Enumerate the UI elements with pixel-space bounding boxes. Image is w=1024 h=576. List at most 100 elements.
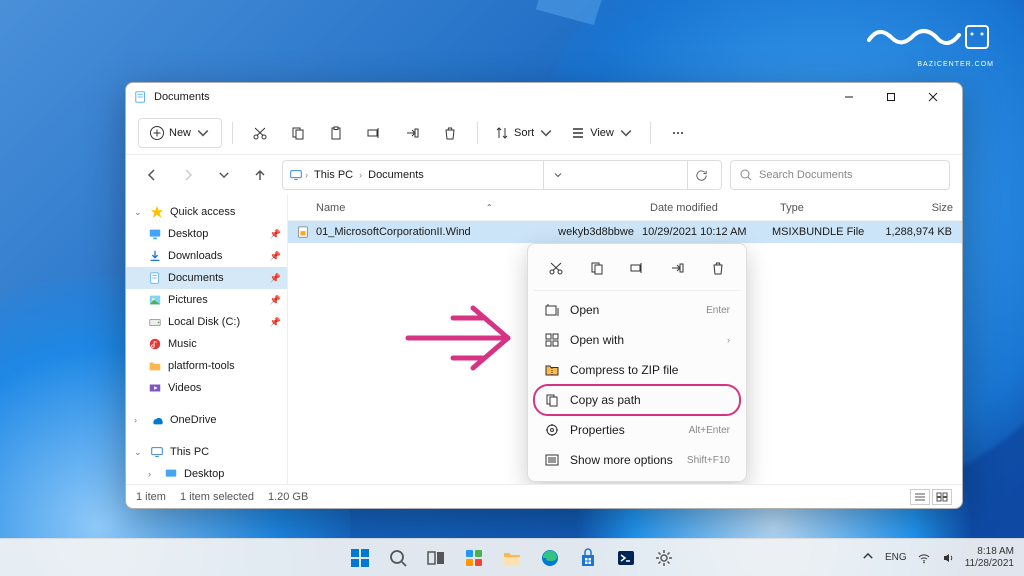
taskbar-explorer[interactable]: [495, 541, 529, 575]
sidebar-item-documents[interactable]: Documents📌: [126, 267, 287, 289]
sort-caret-icon: ⌃: [486, 203, 493, 212]
sidebar-item-downloads[interactable]: Downloads📌: [126, 245, 287, 267]
ctx-open[interactable]: OpenEnter: [534, 295, 740, 325]
properties-icon: [544, 422, 560, 438]
ctx-copy-as-path[interactable]: Copy as path: [534, 385, 740, 415]
sidebar-quick-access[interactable]: ⌄Quick access: [126, 201, 287, 223]
breadcrumb[interactable]: › This PC › Documents: [282, 160, 722, 190]
column-date[interactable]: Date modified: [642, 202, 772, 214]
crumb-documents[interactable]: Documents: [364, 167, 428, 183]
ctx-share-button[interactable]: [662, 254, 692, 282]
refresh-button[interactable]: [687, 161, 715, 189]
column-type[interactable]: Type: [772, 202, 872, 214]
ctx-properties[interactable]: PropertiesAlt+Enter: [534, 415, 740, 445]
ctx-rename-button[interactable]: [622, 254, 652, 282]
scissors-icon: [548, 260, 564, 276]
rename-icon: [366, 125, 382, 141]
sidebar-this-pc[interactable]: ⌄This PC: [126, 441, 287, 463]
forward-button[interactable]: [174, 161, 202, 189]
copy-icon: [290, 125, 306, 141]
navigation-pane: ⌄Quick access Desktop📌 Downloads📌 Docume…: [126, 195, 288, 484]
rename-button[interactable]: [357, 118, 391, 148]
plus-circle-icon: [149, 125, 165, 141]
minimize-button[interactable]: [828, 83, 870, 111]
back-button[interactable]: [138, 161, 166, 189]
close-button[interactable]: [912, 83, 954, 111]
ctx-compress[interactable]: Compress to ZIP file: [534, 355, 740, 385]
sidebar-onedrive[interactable]: ›OneDrive: [126, 409, 287, 431]
column-size[interactable]: Size: [872, 202, 962, 214]
sidebar-item-videos[interactable]: Videos: [126, 377, 287, 399]
more-icon: [544, 452, 560, 468]
thumbnails-view-button[interactable]: [932, 489, 952, 505]
zip-icon: [544, 362, 560, 378]
cut-button[interactable]: [243, 118, 277, 148]
view-icon: [570, 125, 586, 141]
taskbar-taskview[interactable]: [419, 541, 453, 575]
status-size: 1.20 GB: [268, 491, 308, 503]
this-pc-icon: [289, 168, 303, 182]
titlebar[interactable]: Documents: [126, 83, 962, 111]
start-button[interactable]: [343, 541, 377, 575]
delete-button[interactable]: [433, 118, 467, 148]
edge-icon: [539, 547, 561, 569]
up-button[interactable]: [246, 161, 274, 189]
details-view-button[interactable]: [910, 489, 930, 505]
maximize-button[interactable]: [870, 83, 912, 111]
taskbar-widgets[interactable]: [457, 541, 491, 575]
search-icon: [387, 547, 409, 569]
sort-icon: [494, 125, 510, 141]
paste-button[interactable]: [319, 118, 353, 148]
taskbar-edge[interactable]: [533, 541, 567, 575]
sidebar-item-music[interactable]: Music: [126, 333, 287, 355]
trash-icon: [442, 125, 458, 141]
file-row[interactable]: 01_MicrosoftCorporationII.Wind wekyb3d8b…: [288, 221, 962, 243]
new-button[interactable]: New: [138, 118, 222, 148]
dropdown-caret[interactable]: [543, 161, 571, 189]
taskbar-store[interactable]: [571, 541, 605, 575]
taskbar-settings[interactable]: [647, 541, 681, 575]
store-icon: [577, 547, 599, 569]
ctx-cut-button[interactable]: [541, 254, 571, 282]
ctx-copy-button[interactable]: [582, 254, 612, 282]
tray-clock[interactable]: 8:18 AM 11/28/2021: [965, 546, 1014, 570]
sidebar-pc-desktop[interactable]: ›Desktop: [126, 463, 287, 484]
crumb-this-pc[interactable]: This PC: [310, 167, 357, 183]
more-button[interactable]: [661, 118, 695, 148]
sidebar-item-platform-tools[interactable]: platform-tools: [126, 355, 287, 377]
ctx-show-more[interactable]: Show more optionsShift+F10: [534, 445, 740, 475]
copy-button[interactable]: [281, 118, 315, 148]
wifi-icon[interactable]: [917, 551, 931, 565]
share-button[interactable]: [395, 118, 429, 148]
view-button[interactable]: View: [564, 118, 640, 148]
search-box[interactable]: Search Documents: [730, 160, 950, 190]
sidebar-item-desktop[interactable]: Desktop📌: [126, 223, 287, 245]
ctx-delete-button[interactable]: [703, 254, 733, 282]
column-name[interactable]: Name⌃: [288, 202, 642, 214]
file-explorer-window: Documents New Sort View: [125, 82, 963, 509]
sidebar-item-pictures[interactable]: Pictures📌: [126, 289, 287, 311]
folder-icon: [501, 547, 523, 569]
volume-icon[interactable]: [941, 551, 955, 565]
file-list-pane: Name⌃ Date modified Type Size 01_Microso…: [288, 195, 962, 484]
widgets-icon: [463, 547, 485, 569]
tray-chevron[interactable]: [861, 549, 875, 566]
windows-icon: [349, 547, 371, 569]
taskbar-search[interactable]: [381, 541, 415, 575]
pin-icon: 📌: [270, 251, 281, 262]
tray-language[interactable]: ENG: [885, 552, 907, 563]
window-title: Documents: [154, 91, 828, 103]
open-icon: [544, 302, 560, 318]
sort-button[interactable]: Sort: [488, 118, 560, 148]
sidebar-item-local-disk[interactable]: Local Disk (C:)📌: [126, 311, 287, 333]
documents-icon: [134, 90, 148, 104]
recent-dropdown[interactable]: [210, 161, 238, 189]
taskbar-powershell[interactable]: [609, 541, 643, 575]
ctx-open-with[interactable]: Open with›: [534, 325, 740, 355]
share-icon: [669, 260, 685, 276]
column-headers: Name⌃ Date modified Type Size: [288, 195, 962, 221]
search-icon: [739, 168, 753, 182]
file-icon: [296, 225, 310, 239]
context-menu: OpenEnter Open with› Compress to ZIP fil…: [527, 243, 747, 482]
share-icon: [404, 125, 420, 141]
